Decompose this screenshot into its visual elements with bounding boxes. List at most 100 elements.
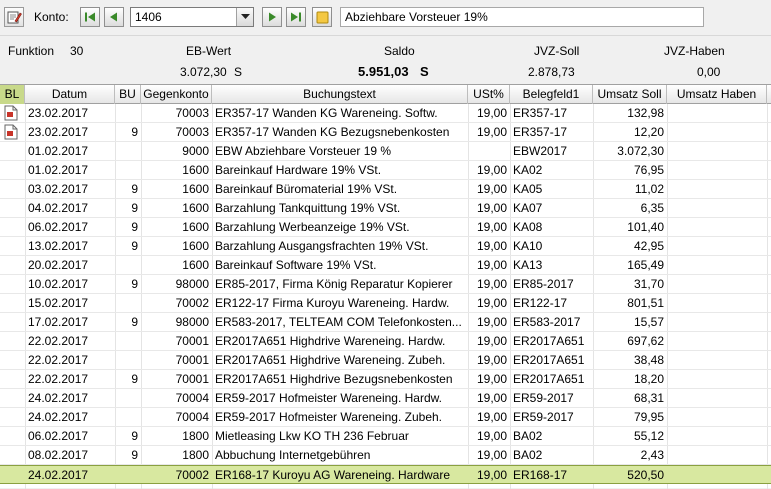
column-header-gegenkonto[interactable]: Gegenkonto [141, 85, 212, 104]
next-record-button[interactable] [262, 7, 282, 27]
cell-umsatz-soll: 101,40 [627, 220, 664, 234]
cell-umsatz-soll: 79,95 [633, 410, 664, 424]
cell-umsatz-soll: 38,48 [633, 353, 664, 367]
cell-gegenkonto: 70002 [175, 296, 209, 310]
first-record-icon [85, 12, 95, 22]
cell-datum: 01.02.2017 [28, 163, 89, 177]
table-row[interactable]: 23.02.2017 70003 ER357-17 Wanden KG Warene… [0, 104, 771, 123]
cell-datum: 04.02.2017 [28, 201, 89, 215]
previous-record-icon [110, 12, 117, 22]
cell-umsatz-haben [667, 446, 767, 464]
column-header-umsatz-haben[interactable]: Umsatz Haben [667, 85, 767, 104]
cell-bu [115, 408, 141, 426]
cell-umsatz-haben [667, 199, 767, 217]
eb-wert-side: S [234, 65, 243, 79]
column-header-datum[interactable]: Datum [25, 85, 115, 104]
cell-buchungstext: ER168-17 Kuroyu AG Wareneing. Hardware [215, 468, 451, 482]
table-row[interactable]: 06.02.2017 9 1800 Mietleasing Lkw KO TH 236… [0, 427, 771, 446]
table-row[interactable]: 20.02.2017 1600 Bareinkauf Software 19% VS… [0, 256, 771, 275]
konto-select[interactable]: 1406 [130, 7, 254, 27]
cell-datum: 06.02.2017 [28, 429, 89, 443]
cell-bu [115, 332, 141, 350]
konto-dropdown-button[interactable] [236, 8, 253, 26]
cell-datum: 10.02.2017 [28, 277, 89, 291]
cell-belegfeld1: ER2017A651 [513, 372, 585, 386]
edit-button[interactable] [4, 7, 24, 27]
table-row[interactable]: 24.02.2017 70004 ER59-2017 Hofmeister Ware… [0, 408, 771, 427]
cell-ust: 19,00 [476, 163, 507, 177]
table-row[interactable]: 13.02.2017 9 1600 Barzahlung Ausgangsfracht… [0, 237, 771, 256]
saldo-label: Saldo [384, 44, 415, 58]
column-header-ust[interactable]: USt% [468, 85, 510, 104]
cell-gegenkonto: 98000 [175, 315, 209, 329]
toolbar: Konto: 1406 Abziehbare Vorsteuer 19% [0, 0, 771, 36]
table-row[interactable]: 03.02.2017 9 1600 Bareinkauf Büromaterial 1… [0, 180, 771, 199]
document-link-icon[interactable] [4, 123, 22, 141]
jvz-soll-value: 2.878,73 [528, 65, 575, 79]
cell-bu [115, 466, 141, 484]
table-row-selected[interactable]: 24.02.2017 70002 ER168-17 Kuroyu AG Warene… [0, 465, 771, 484]
cell-umsatz-soll: 18,20 [633, 372, 664, 386]
cell-belegfeld1: ER357-17 [513, 125, 568, 139]
cell-bu [115, 104, 141, 122]
jvz-haben-value: 0,00 [697, 65, 721, 79]
previous-record-button[interactable] [104, 7, 124, 27]
cell-belegfeld1: ER59-2017 [513, 391, 574, 405]
cell-belegfeld1: BA02 [513, 429, 543, 443]
column-header-bu[interactable]: BU [115, 85, 141, 104]
table-row[interactable]: 22.02.2017 70001 ER2017A651 Highdrive Ware… [0, 332, 771, 351]
table-row[interactable]: 08.02.2017 9 1800 Abbuchung Internetgebühre… [0, 446, 771, 465]
grid-header: BL Datum BU Gegenkonto Buchungstext USt%… [0, 85, 771, 104]
column-header-belegfeld1[interactable]: Belegfeld1 [510, 85, 593, 104]
cell-gegenkonto: 98000 [175, 277, 209, 291]
cell-gegenkonto: 70003 [175, 125, 209, 139]
cell-belegfeld1: BA02 [513, 448, 543, 462]
cell-ust: 19,00 [476, 296, 507, 310]
document-link-icon[interactable] [4, 104, 22, 122]
note-button[interactable] [312, 7, 332, 27]
eb-wert-label: EB-Wert [186, 44, 232, 58]
cell-gegenkonto: 70003 [175, 106, 209, 120]
table-row[interactable]: 01.02.2017 9000 EBW Abziehbare Vorsteuer 1… [0, 142, 771, 161]
cell-buchungstext: Bareinkauf Büromaterial 19% VSt. [215, 182, 398, 196]
cell-ust: 19,00 [476, 391, 507, 405]
cell-datum: 22.02.2017 [28, 372, 89, 386]
table-row[interactable]: 24.02.2017 70004 ER59-2017 Hofmeister Ware… [0, 389, 771, 408]
table-row[interactable]: 17.02.2017 9 98000 ER583-2017, TELTEAM COM … [0, 313, 771, 332]
cell-gegenkonto: 70001 [175, 353, 209, 367]
cell-umsatz-soll: 2,43 [640, 448, 664, 462]
cell-umsatz-soll: 55,12 [633, 429, 664, 443]
table-row[interactable]: 06.02.2017 9 1600 Barzahlung Werbeanzeige 1… [0, 218, 771, 237]
cell-buchungstext: ER59-2017 Hofmeister Wareneing. Hardw. [215, 391, 442, 405]
cell-gegenkonto: 1600 [182, 258, 209, 272]
cell-umsatz-haben [667, 332, 767, 350]
cell-bu: 9 [131, 201, 138, 215]
column-header-umsatz-soll[interactable]: Umsatz Soll [593, 85, 667, 104]
first-record-button[interactable] [80, 7, 100, 27]
cell-umsatz-haben [667, 161, 767, 179]
cell-umsatz-soll: 12,20 [633, 125, 664, 139]
table-row[interactable]: 23.02.2017 9 70003 ER357-17 Wanden KG Bezug… [0, 123, 771, 142]
cell-bu: 9 [131, 372, 138, 386]
column-header-bl[interactable]: BL [0, 85, 25, 104]
cell-bu: 9 [131, 429, 138, 443]
table-row[interactable]: 04.02.2017 9 1600 Barzahlung Tankquittung 1… [0, 199, 771, 218]
cell-ust: 19,00 [476, 239, 507, 253]
cell-gegenkonto: 70004 [175, 410, 209, 424]
table-row[interactable]: 15.02.2017 70002 ER122-17 Firma Kuroyu War… [0, 294, 771, 313]
last-record-button[interactable] [286, 7, 306, 27]
saldo-value: 5.951,03 [358, 64, 409, 79]
table-row[interactable]: 22.02.2017 9 70001 ER2017A651 Highdrive Bez… [0, 370, 771, 389]
cell-buchungstext: EBW Abziehbare Vorsteuer 19 % [215, 144, 392, 158]
table-row[interactable]: 22.02.2017 70001 ER2017A651 Highdrive Ware… [0, 351, 771, 370]
cell-umsatz-soll: 697,62 [627, 334, 664, 348]
table-row[interactable]: 01.02.2017 1600 Bareinkauf Hardware 19% VS… [0, 161, 771, 180]
cell-gegenkonto: 1600 [182, 220, 209, 234]
cell-umsatz-haben [667, 466, 767, 484]
cell-buchungstext: ER122-17 Firma Kuroyu Wareneing. Hardw. [215, 296, 450, 310]
column-header-buchungstext[interactable]: Buchungstext [212, 85, 468, 104]
cell-ust: 19,00 [476, 277, 507, 291]
chevron-down-icon [240, 14, 250, 19]
table-row[interactable]: 10.02.2017 9 98000 ER85-2017, Firma König R… [0, 275, 771, 294]
cell-umsatz-soll: 31,70 [633, 277, 664, 291]
